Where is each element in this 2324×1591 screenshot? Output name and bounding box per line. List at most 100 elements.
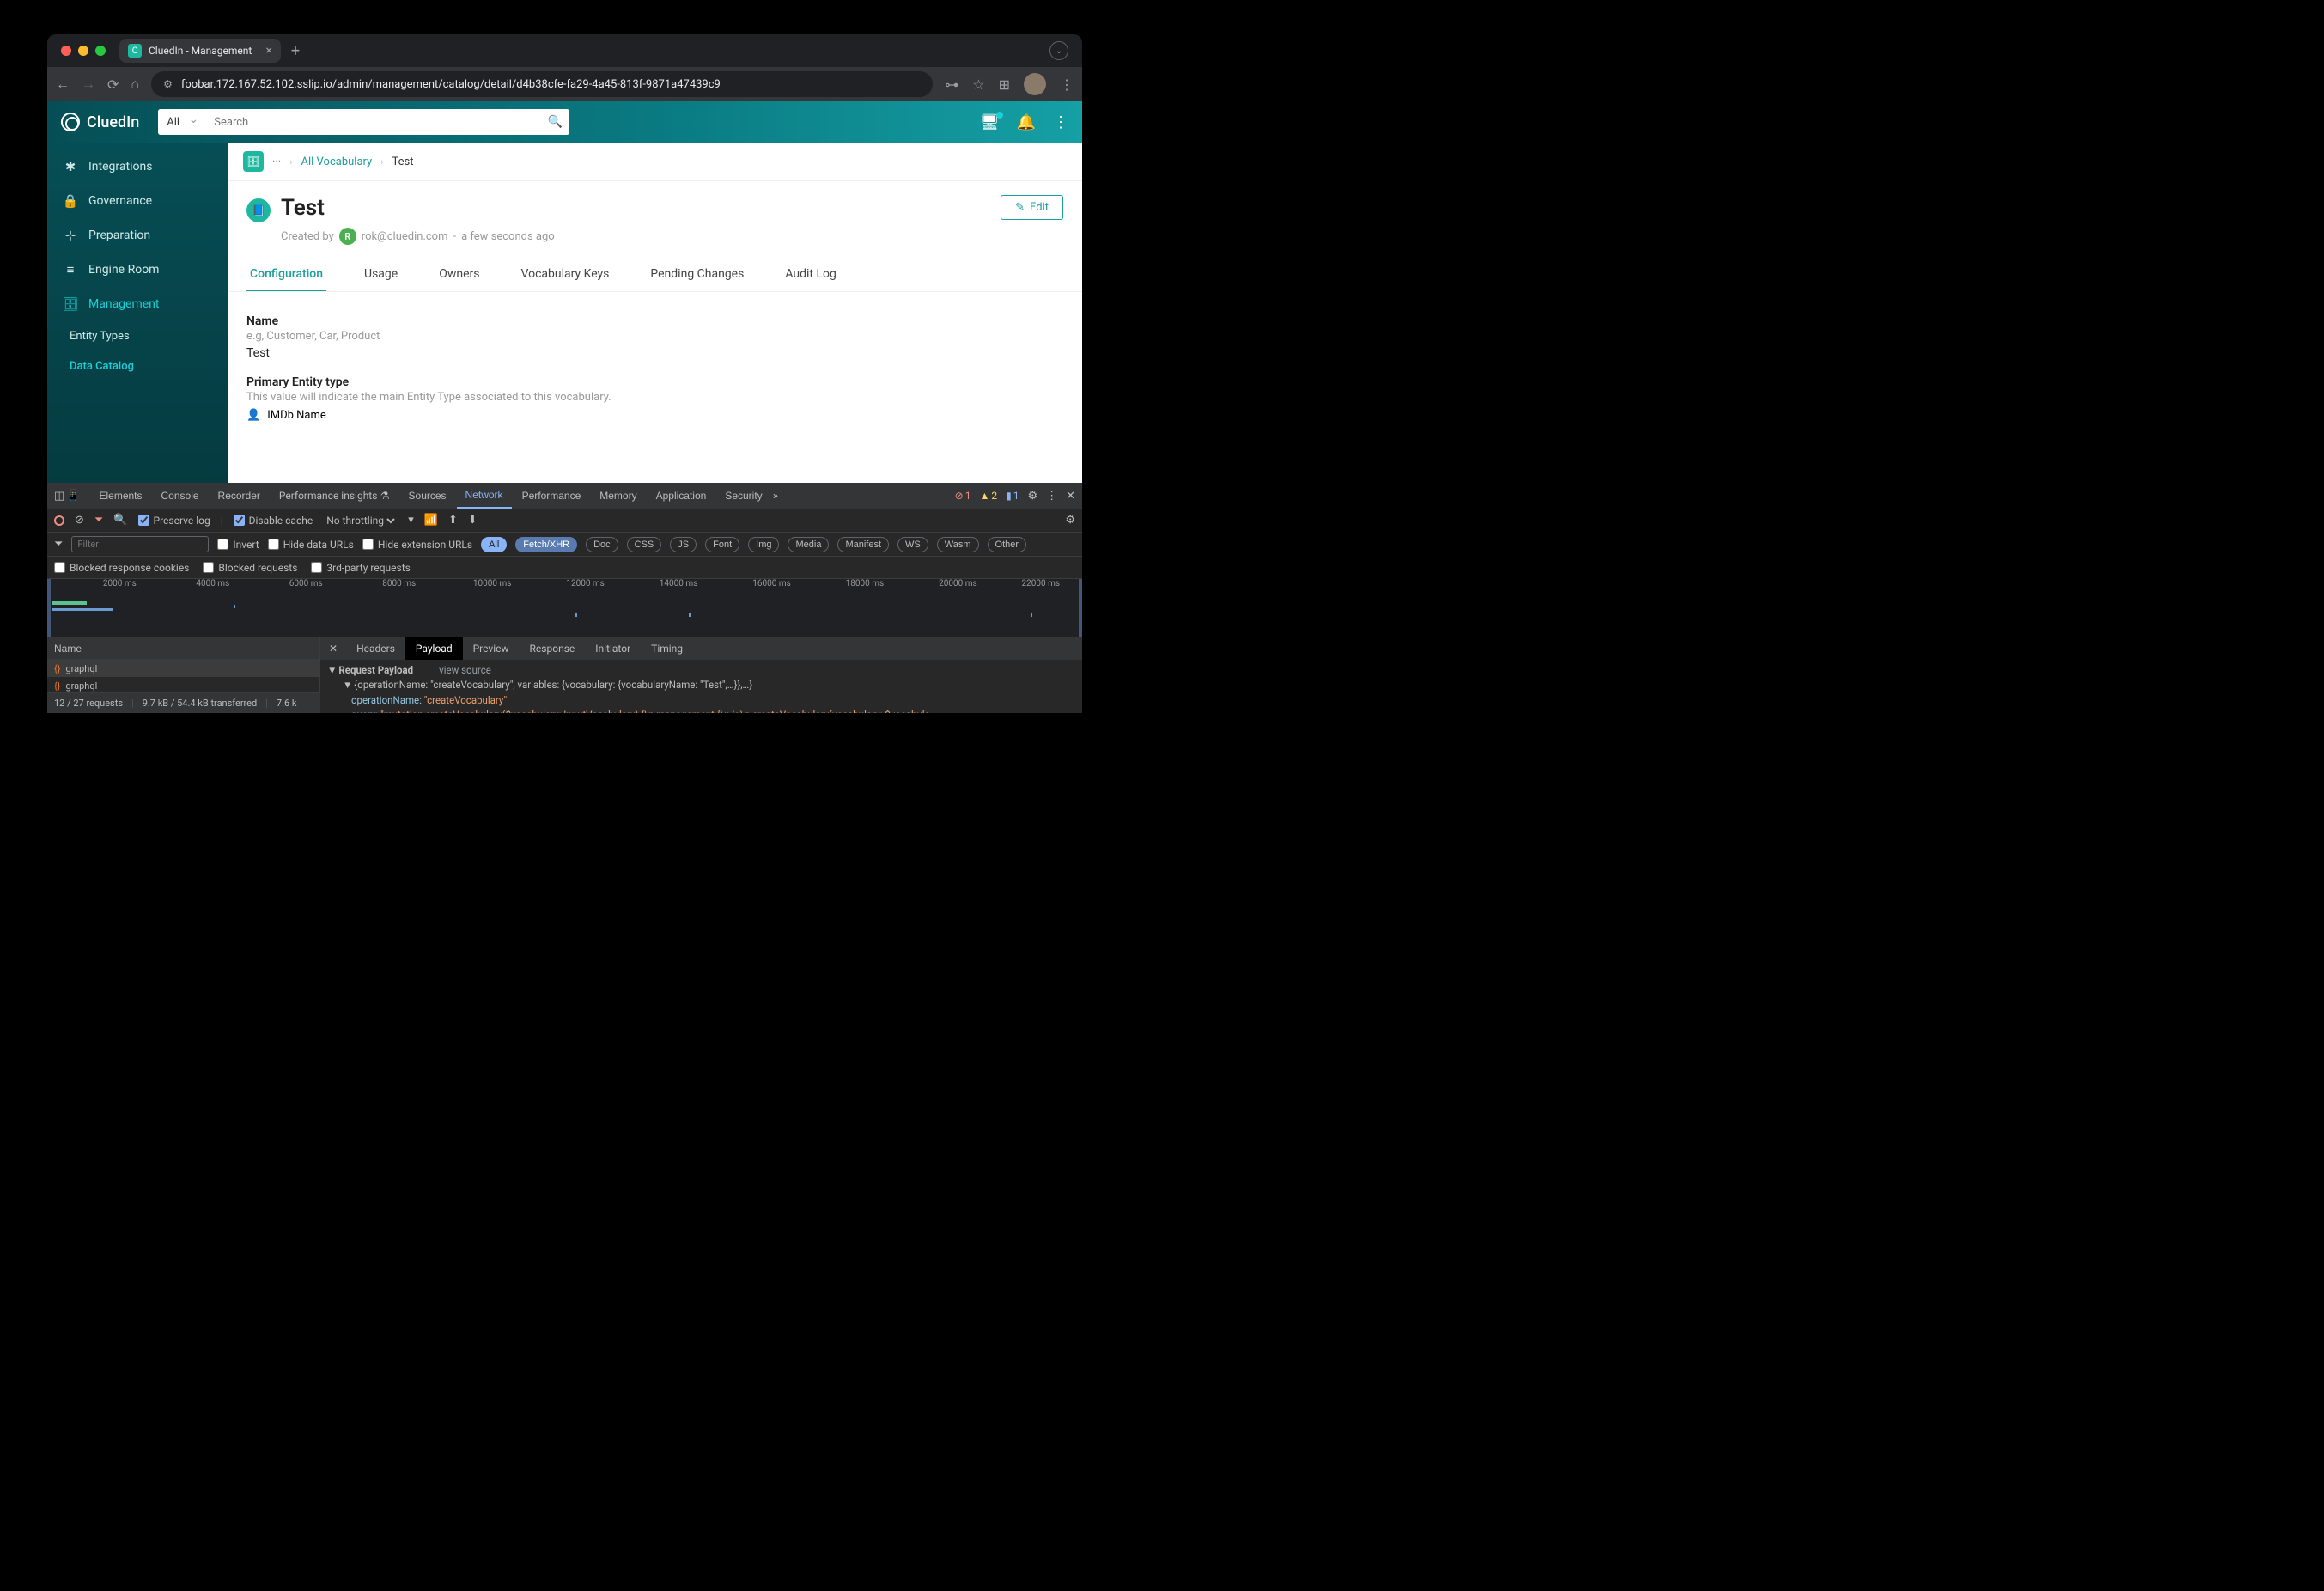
sidebar-item-engine-room[interactable]: ≡Engine Room (47, 253, 228, 287)
upload-har-icon[interactable]: ⬆ (448, 514, 458, 527)
clear-icon[interactable]: ⊘ (75, 514, 84, 527)
tab-audit-log[interactable]: Audit Log (782, 259, 840, 291)
devtools-menu-icon[interactable]: ⋮ (1046, 490, 1057, 503)
inspect-icon[interactable]: ◫ (54, 490, 64, 503)
tab-pending-changes[interactable]: Pending Changes (647, 259, 747, 291)
devtools-tab-security[interactable]: Security (716, 483, 770, 509)
devtools-tab-elements[interactable]: Elements (90, 483, 150, 509)
app-menu-icon[interactable]: ⋮ (1053, 113, 1068, 131)
devtools-tab-memory[interactable]: Memory (591, 483, 645, 509)
sidebar-sub-entity-types[interactable]: Entity Types (47, 321, 228, 351)
detail-tab-payload[interactable]: Payload (405, 637, 463, 660)
more-tabs-icon[interactable]: » (773, 490, 778, 503)
device-toggle-icon[interactable]: 📱 (66, 490, 80, 503)
request-row[interactable]: {}graphql (47, 660, 319, 677)
devtools-tab-performance-insights[interactable]: Performance insights ⚗ (271, 483, 398, 509)
filter-pill-manifest[interactable]: Manifest (837, 537, 889, 552)
preserve-log-checkbox[interactable]: Preserve log (138, 515, 210, 527)
sidebar-item-management[interactable]: 🗄Management (47, 287, 228, 321)
maximize-window-icon[interactable] (95, 46, 106, 56)
blocked-requests-checkbox[interactable]: Blocked requests (203, 562, 297, 574)
network-timeline[interactable]: 2000 ms 4000 ms 6000 ms 8000 ms 10000 ms… (47, 579, 1082, 637)
network-settings-icon[interactable]: ⚙ (1065, 514, 1075, 527)
edit-button[interactable]: ✎ Edit (1001, 195, 1063, 220)
blocked-cookies-checkbox[interactable]: Blocked response cookies (54, 562, 189, 574)
sidebar-item-preparation[interactable]: ⊹Preparation (47, 218, 228, 253)
request-row[interactable]: {}graphql (47, 677, 319, 694)
close-tab-icon[interactable]: × (265, 44, 271, 58)
download-har-icon[interactable]: ⬇ (468, 514, 478, 527)
tab-owners[interactable]: Owners (435, 259, 483, 291)
tab-vocabulary-keys[interactable]: Vocabulary Keys (518, 259, 613, 291)
tab-usage[interactable]: Usage (361, 259, 401, 291)
error-count[interactable]: ⊘ 1 (955, 490, 971, 502)
extensions-icon[interactable]: ⊞ (999, 76, 1010, 93)
devtools-tab-network[interactable]: Network (457, 483, 512, 509)
filter-pill-other[interactable]: Other (988, 537, 1027, 552)
close-detail-icon[interactable]: ✕ (320, 643, 346, 655)
sidebar-item-integrations[interactable]: ✱Integrations (47, 149, 228, 184)
search-input[interactable] (205, 109, 540, 135)
hide-data-urls-checkbox[interactable]: Hide data URLs (268, 539, 354, 551)
reload-icon[interactable]: ⟳ (107, 76, 119, 93)
filter-toggle-icon[interactable]: ⏷ (94, 514, 103, 527)
search-button[interactable]: 🔍 (540, 109, 569, 135)
detail-tab-response[interactable]: Response (520, 637, 586, 660)
breadcrumb-ellipsis[interactable]: ··· (272, 155, 281, 168)
filter-pill-js[interactable]: JS (670, 537, 697, 552)
filter-pill-font[interactable]: Font (705, 537, 739, 552)
devtools-tab-console[interactable]: Console (153, 483, 208, 509)
sidebar-item-governance[interactable]: 🔒Governance (47, 184, 228, 218)
sidebar-sub-data-catalog[interactable]: Data Catalog (47, 351, 228, 381)
throttling-select[interactable]: No throttling (323, 514, 398, 527)
record-icon[interactable] (54, 515, 64, 526)
devtools-close-icon[interactable]: ✕ (1066, 490, 1075, 503)
password-key-icon[interactable]: ⊶ (945, 76, 958, 93)
info-count[interactable]: ▮ 1 (1006, 490, 1019, 502)
chevron-down-icon[interactable]: ▾ (408, 514, 414, 527)
network-conditions-icon[interactable]: 📶 (424, 514, 438, 527)
tabs-dropdown-icon[interactable]: ⌄ (1049, 41, 1068, 60)
forward-icon[interactable]: → (82, 76, 95, 93)
third-party-checkbox[interactable]: 3rd-party requests (311, 562, 410, 574)
close-window-icon[interactable] (61, 46, 71, 56)
devtools-tab-sources[interactable]: Sources (400, 483, 455, 509)
detail-tab-initiator[interactable]: Initiator (585, 637, 641, 660)
detail-tab-preview[interactable]: Preview (463, 637, 520, 660)
site-settings-icon[interactable]: ⚙ (163, 78, 173, 90)
notifications-icon[interactable]: 🔔 (1017, 113, 1036, 131)
search-icon[interactable]: 🔍 (113, 514, 127, 527)
filter-pill-ws[interactable]: WS (897, 537, 928, 552)
detail-tab-headers[interactable]: Headers (346, 637, 405, 660)
tab-configuration[interactable]: Configuration (246, 259, 326, 291)
app-logo[interactable]: CluedIn (61, 113, 139, 131)
devtools-tab-recorder[interactable]: Recorder (210, 483, 269, 509)
new-tab-button[interactable]: + (291, 42, 300, 60)
star-icon[interactable]: ☆ (972, 76, 984, 93)
hide-extension-urls-checkbox[interactable]: Hide extension URLs (362, 539, 472, 551)
filter-pill-img[interactable]: Img (748, 537, 779, 552)
browser-tab[interactable]: C CluedIn - Management × (119, 39, 281, 63)
back-icon[interactable]: ← (56, 76, 70, 93)
view-source-link[interactable]: view source (439, 664, 491, 676)
devtools-tab-application[interactable]: Application (648, 483, 715, 509)
devtools-settings-icon[interactable]: ⚙ (1027, 490, 1037, 503)
filter-pill-css[interactable]: CSS (627, 537, 662, 552)
home-icon[interactable]: ⌂ (131, 76, 139, 93)
profile-avatar[interactable] (1024, 73, 1046, 95)
server-status-icon[interactable]: 🖥 (980, 113, 1000, 131)
filter-pill-fetch-xhr[interactable]: Fetch/XHR (515, 537, 577, 552)
disable-cache-checkbox[interactable]: Disable cache (234, 515, 313, 527)
filter-pill-media[interactable]: Media (788, 537, 829, 552)
warning-count[interactable]: ▲ 2 (979, 490, 997, 502)
filter-input[interactable] (71, 536, 209, 552)
url-field[interactable]: ⚙ foobar.172.167.52.102.sslip.io/admin/m… (151, 71, 933, 97)
filter-pill-all[interactable]: All (481, 537, 507, 552)
devtools-tab-performance[interactable]: Performance (514, 483, 590, 509)
breadcrumb-link-all-vocabulary[interactable]: All Vocabulary (301, 155, 373, 168)
detail-tab-timing[interactable]: Timing (641, 637, 693, 660)
filter-pill-doc[interactable]: Doc (586, 537, 618, 552)
search-scope-select[interactable]: All (158, 109, 205, 135)
payload-summary[interactable]: {operationName: "createVocabulary", vari… (354, 679, 752, 691)
browser-menu-icon[interactable]: ⋮ (1060, 76, 1074, 93)
